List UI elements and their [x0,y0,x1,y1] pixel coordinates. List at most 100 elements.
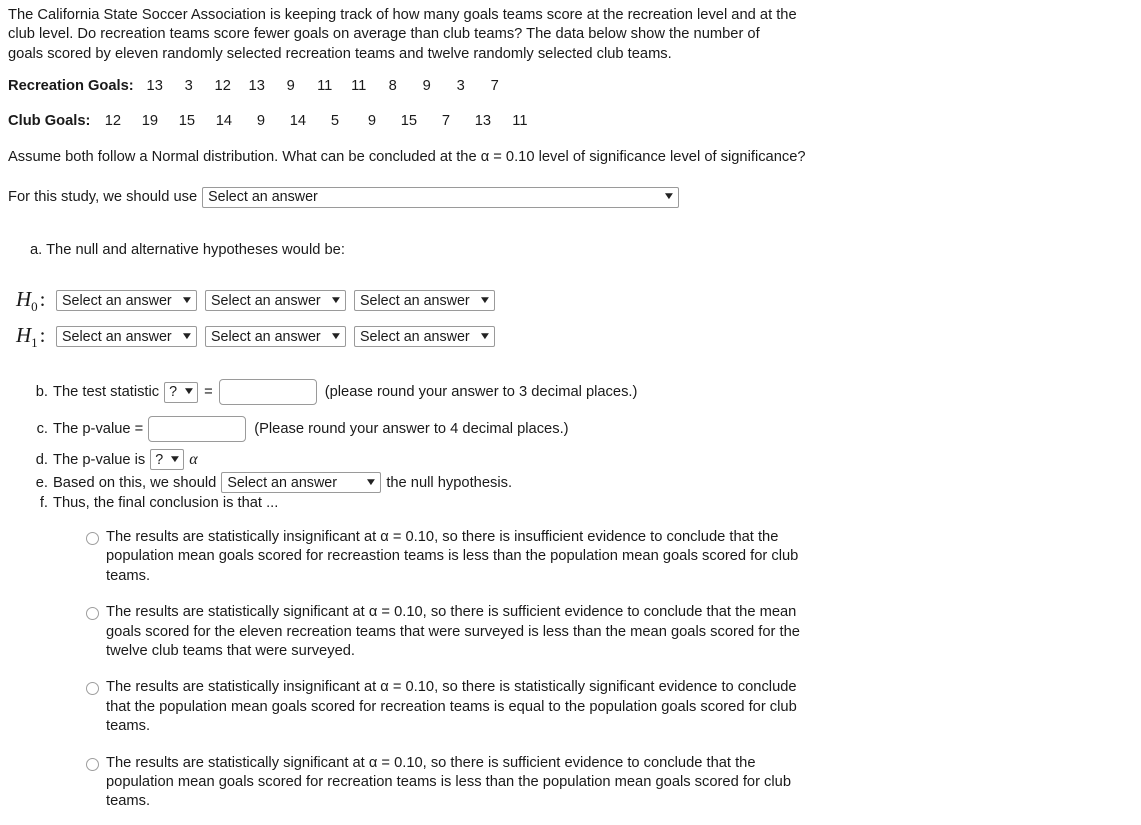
test-statistic-input[interactable] [218,379,317,405]
h1-select-1[interactable]: Select an answer ▼ [56,326,197,348]
recreation-goals-label: Recreation Goals: [8,78,134,95]
p-value-comparison-value: ? [155,451,164,468]
p-value-comparison-select[interactable]: ? ▼ [150,449,185,470]
h0-select-2[interactable]: Select an answer ▼ [205,290,346,312]
conclusion-options: The results are statistically insignific… [86,528,1141,812]
data-value: 3 [456,78,465,95]
part-f-row: f. Thus, the final conclusion is that ..… [8,495,1141,511]
part-b-row: b. The test statistic ? ▼ = (please roun… [8,379,1141,405]
data-value: 5 [330,113,339,130]
data-value: 9 [367,113,376,130]
alternative-hypothesis-row: H1: Select an answer ▼ Select an answer … [8,323,1141,351]
study-method-line: For this study, we should use Select an … [8,186,1141,208]
data-value: 7 [441,113,450,130]
data-value: 19 [141,113,159,130]
radio-button-icon[interactable] [86,682,99,696]
h1-select-3[interactable]: Select an answer ▼ [354,326,495,348]
data-value: 11 [351,78,367,95]
part-b-mark: b. [35,384,48,400]
club-goals-values: 12 19 15 14 9 14 5 9 15 7 13 11 [94,113,538,129]
p-value-input[interactable] [148,416,247,442]
decision-select-value: Select an answer [227,474,337,491]
conclusion-option-4[interactable]: The results are statistically significan… [86,754,816,812]
chevron-down-icon: ▼ [662,191,676,203]
alternative-hypothesis-label: H1: [16,322,46,350]
chevron-down-icon: ▼ [329,330,343,342]
h0-select-3-value: Select an answer [360,292,470,309]
study-method-select[interactable]: Select an answer ▼ [202,186,680,208]
h1-select-2-value: Select an answer [211,328,321,345]
conclusion-option-2[interactable]: The results are statistically significan… [86,603,816,661]
part-d-mark: d. [35,451,48,468]
conclusion-option-3[interactable]: The results are statistically insignific… [86,678,816,736]
h0-select-3[interactable]: Select an answer ▼ [354,290,495,312]
h1-select-1-value: Select an answer [62,328,172,345]
chevron-down-icon: ▼ [478,294,492,306]
part-c-note: (Please round your answer to 4 decimal p… [254,421,569,437]
data-value: 13 [474,113,492,130]
data-value: 12 [104,113,122,130]
part-d-row: d. The p-value is ? ▼ α [8,449,1141,470]
test-statistic-select[interactable]: ? ▼ [164,381,199,403]
conclusion-option-2-text: The results are statistically significan… [106,604,800,660]
conclusion-option-4-text: The results are statistically significan… [106,754,791,810]
data-value: 11 [512,113,528,130]
part-c-row: c. The p-value = (Please round your answ… [8,416,1141,442]
chevron-down-icon: ▼ [182,386,196,397]
data-value: 13 [146,78,163,95]
conclusion-option-3-text: The results are statistically insignific… [106,679,797,735]
part-d-label: The p-value is [53,451,146,468]
assumption-text: Assume both follow a Normal distribution… [8,149,806,166]
null-hypothesis-row: H0: Select an answer ▼ Select an answer … [8,287,1141,315]
part-b-note: (please round your answer to 3 decimal p… [324,384,638,400]
recreation-goals-row: Recreation Goals: 13 3 12 13 9 11 11 8 9… [8,78,1141,94]
data-value: 8 [388,78,397,95]
h1-select-2[interactable]: Select an answer ▼ [205,326,346,348]
part-e-label-after: the null hypothesis. [386,474,513,491]
data-block: Recreation Goals: 13 3 12 13 9 11 11 8 9… [8,78,1141,129]
data-value: 9 [286,78,295,95]
data-value: 15 [400,113,418,130]
h0-select-1-value: Select an answer [62,292,172,309]
part-e-mark: e. [35,474,48,491]
chevron-down-icon: ▼ [168,453,182,465]
intro-paragraph: The California State Soccer Association … [8,7,797,62]
chevron-down-icon: ▼ [180,330,194,342]
h0-select-1[interactable]: Select an answer ▼ [56,290,197,312]
radio-button-icon[interactable] [86,532,99,545]
conclusion-option-1[interactable]: The results are statistically insignific… [86,528,816,586]
decision-select[interactable]: Select an answer ▼ [221,472,382,493]
data-value: 12 [214,78,231,95]
data-value: 11 [317,78,333,95]
hypotheses-block: H0: Select an answer ▼ Select an answer … [8,287,1141,351]
data-value: 14 [289,113,307,130]
data-value: 9 [256,113,265,130]
data-value: 3 [184,78,193,95]
conclusion-option-1-text: The results are statistically insignific… [106,529,799,584]
study-method-select-value: Select an answer [208,189,318,206]
chevron-down-icon: ▼ [478,330,492,342]
steps-list: b. The test statistic ? ▼ = (please roun… [8,379,1141,511]
part-b-label: The test statistic [53,384,160,400]
chevron-down-icon: ▼ [180,294,194,306]
radio-button-icon[interactable] [86,757,99,771]
test-statistic-select-value: ? [169,384,178,400]
h0-select-2-value: Select an answer [211,292,321,309]
chevron-down-icon: ▼ [329,294,343,306]
data-value: 13 [248,78,265,95]
club-goals-row: Club Goals: 12 19 15 14 9 14 5 9 15 7 13… [8,113,1141,129]
part-e-row: e. Based on this, we should Select an an… [8,472,1141,493]
radio-button-icon[interactable] [86,607,99,621]
recreation-goals-values: 13 3 12 13 9 11 11 8 9 3 7 [138,78,512,94]
h1-select-3-value: Select an answer [360,328,470,345]
part-c-label: The p-value = [53,421,144,437]
part-e-label-before: Based on this, we should [53,474,217,491]
club-goals-label: Club Goals: [8,113,91,130]
alpha-symbol: α [189,450,198,468]
question-page: The California State Soccer Association … [0,0,1141,812]
data-value: 7 [490,78,499,95]
part-f-mark: f. [39,495,48,511]
data-value: 14 [215,113,233,130]
part-a-prompt: a. The null and alternative hypotheses w… [30,241,345,258]
equals-sign: = [204,384,213,400]
